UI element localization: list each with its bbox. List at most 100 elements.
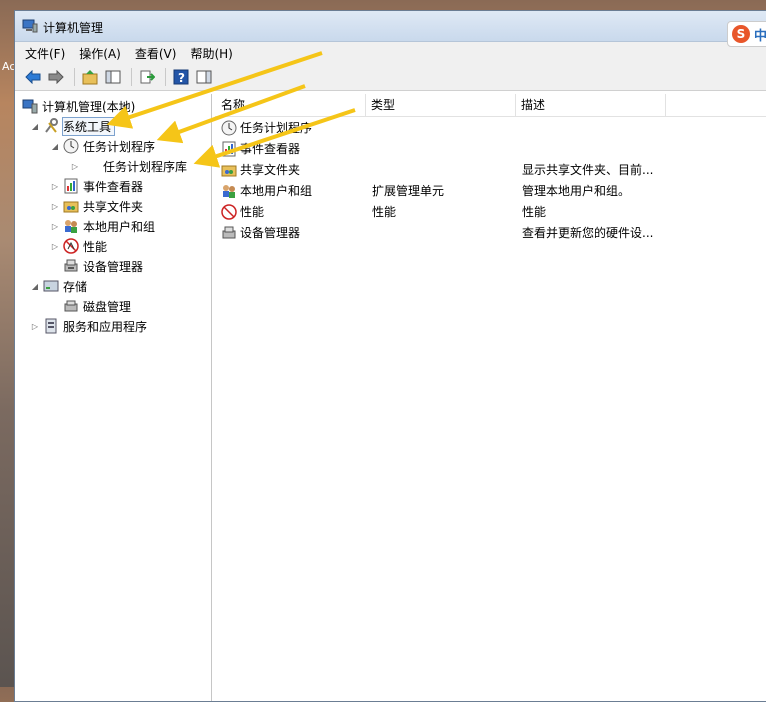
tree-label: 任务计划程序 [83, 139, 156, 154]
help-icon: ? [173, 69, 189, 85]
services-icon [45, 318, 57, 334]
column-header-type[interactable]: 类型 [365, 94, 516, 116]
help-button[interactable]: ? [171, 67, 191, 87]
computer-management-icon [22, 19, 38, 33]
back-button[interactable] [23, 67, 43, 87]
tree-label: 服务和应用程序 [63, 319, 148, 334]
export-icon [140, 70, 155, 84]
tree-label: 本地用户和组 [83, 219, 156, 234]
column-header-description[interactable]: 描述 [515, 94, 666, 116]
performance-icon [221, 204, 237, 220]
list-item-name: 任务计划程序 [240, 121, 313, 135]
event-viewer-icon [222, 141, 236, 157]
users-icon [223, 185, 235, 198]
menu-view[interactable]: 查看(V) [135, 45, 177, 62]
computer-management-icon [22, 99, 38, 114]
ime-mode-label: 中 [754, 29, 766, 44]
tree-item-task-scheduler-library[interactable]: ▷ 任务计划程序库 [70, 156, 187, 176]
disk-management-icon [64, 300, 78, 312]
tree-item-task-scheduler[interactable]: ◢ 任务计划程序 [50, 136, 155, 156]
list-item-type: 性能 [372, 205, 397, 219]
list-item[interactable]: 事件查看器 [215, 139, 766, 159]
show-action-pane-button[interactable] [194, 67, 214, 87]
main-content: 计算机管理(本地) ◢ 系统工具 ◢ 任务计划程序 ▷ 任务计划程序库 ▷ 事件… [15, 91, 766, 701]
list-item-description: 性能 [522, 205, 547, 219]
list-item-description: 显示共享文件夹、目前... [522, 163, 654, 177]
collapse-triangle-icon[interactable]: ◢ [50, 142, 60, 151]
list-item[interactable]: 共享文件夹 显示共享文件夹、目前... [215, 160, 766, 180]
expand-triangle-icon[interactable]: ▷ [50, 222, 60, 231]
back-arrow-icon [25, 70, 41, 84]
toolbar: ? [15, 64, 766, 91]
window-title: 计算机管理 [43, 21, 104, 35]
collapse-triangle-icon[interactable]: ◢ [30, 122, 40, 131]
computer-management-window: 计算机管理 S 中 文件(F) 操作(A) 查看(V) 帮助(H) ? 计算机管… [14, 10, 766, 702]
forward-button[interactable] [46, 67, 66, 87]
list-item-name: 性能 [240, 205, 265, 219]
device-manager-icon [222, 226, 236, 239]
expand-triangle-icon[interactable]: ▷ [50, 202, 60, 211]
action-pane-icon [196, 70, 212, 84]
tree-label: 磁盘管理 [83, 299, 132, 314]
menu-help[interactable]: 帮助(H) [190, 45, 232, 62]
tools-icon [45, 118, 58, 133]
toolbar-separator [131, 68, 132, 86]
tree-item-device-manager[interactable]: 设备管理器 [63, 256, 143, 276]
list-item[interactable]: 性能 性能 性能 [215, 202, 766, 222]
list-header: 名称 类型 描述 [215, 94, 766, 117]
tree-item-root[interactable]: 计算机管理(本地) [22, 96, 135, 116]
tree-item-local-users[interactable]: ▷ 本地用户和组 [50, 216, 155, 236]
show-hide-tree-button[interactable] [103, 67, 123, 87]
forward-arrow-icon [48, 70, 64, 84]
list-item-name: 本地用户和组 [240, 184, 313, 198]
tree-label: 事件查看器 [83, 179, 144, 194]
tree-item-system-tools[interactable]: ◢ 系统工具 [30, 116, 116, 136]
list-item[interactable]: 任务计划程序 [215, 118, 766, 138]
tree-item-storage[interactable]: ◢ 存储 [30, 276, 87, 296]
tree-item-performance[interactable]: ▷ 性能 [50, 236, 107, 256]
column-header-name[interactable]: 名称 [215, 94, 366, 116]
folder-icon [83, 158, 99, 174]
menu-bar: 文件(F) 操作(A) 查看(V) 帮助(H) [15, 42, 766, 64]
toolbar-separator [74, 68, 75, 86]
list-item[interactable]: 设备管理器 查看并更新您的硬件设... [215, 223, 766, 243]
details-list: 名称 类型 描述 任务计划程序 事件查看器 共享文件夹 显示共享文件夹、目前... 本地… [215, 94, 766, 701]
clock-icon [221, 120, 237, 136]
up-button[interactable] [80, 67, 100, 87]
toolbar-separator [165, 68, 166, 86]
tree-item-disk-management[interactable]: 磁盘管理 [63, 296, 131, 316]
tree-label: 任务计划程序库 [103, 159, 188, 174]
tree-label: 性能 [83, 239, 108, 254]
svg-text:?: ? [178, 71, 185, 85]
menu-file[interactable]: 文件(F) [25, 45, 65, 62]
users-icon [65, 220, 77, 233]
tree-item-event-viewer[interactable]: ▷ 事件查看器 [50, 176, 143, 196]
shared-folder-icon [63, 201, 79, 213]
tree-item-shared-folders[interactable]: ▷ 共享文件夹 [50, 196, 143, 216]
ime-indicator[interactable]: S 中 [727, 21, 766, 47]
collapse-triangle-icon[interactable]: ◢ [30, 282, 40, 291]
performance-icon [63, 238, 79, 254]
tree-label: 存储 [63, 279, 88, 294]
export-list-button[interactable] [137, 67, 157, 87]
event-viewer-icon [64, 178, 78, 194]
list-item-description: 查看并更新您的硬件设... [522, 226, 654, 240]
expand-triangle-icon[interactable]: ▷ [30, 322, 40, 331]
shared-folder-icon [221, 165, 237, 177]
clock-icon [63, 138, 79, 154]
console-tree: 计算机管理(本地) ◢ 系统工具 ◢ 任务计划程序 ▷ 任务计划程序库 ▷ 事件… [18, 94, 212, 701]
sogou-icon: S [732, 25, 750, 43]
list-item-name: 事件查看器 [240, 142, 301, 156]
expand-triangle-icon[interactable]: ▷ [50, 182, 60, 191]
list-item-description: 管理本地用户和组。 [522, 184, 631, 198]
list-item[interactable]: 本地用户和组 扩展管理单元 管理本地用户和组。 [215, 181, 766, 201]
storage-icon [43, 280, 59, 292]
expand-triangle-icon[interactable]: ▷ [50, 242, 60, 251]
list-item-name: 设备管理器 [240, 226, 301, 240]
console-tree-icon [105, 70, 121, 84]
expand-triangle-icon[interactable]: ▷ [70, 162, 80, 171]
folder-up-icon [82, 70, 98, 85]
tree-item-services-apps[interactable]: ▷ 服务和应用程序 [30, 316, 147, 336]
menu-action[interactable]: 操作(A) [79, 45, 121, 62]
title-bar[interactable]: 计算机管理 [15, 11, 766, 42]
